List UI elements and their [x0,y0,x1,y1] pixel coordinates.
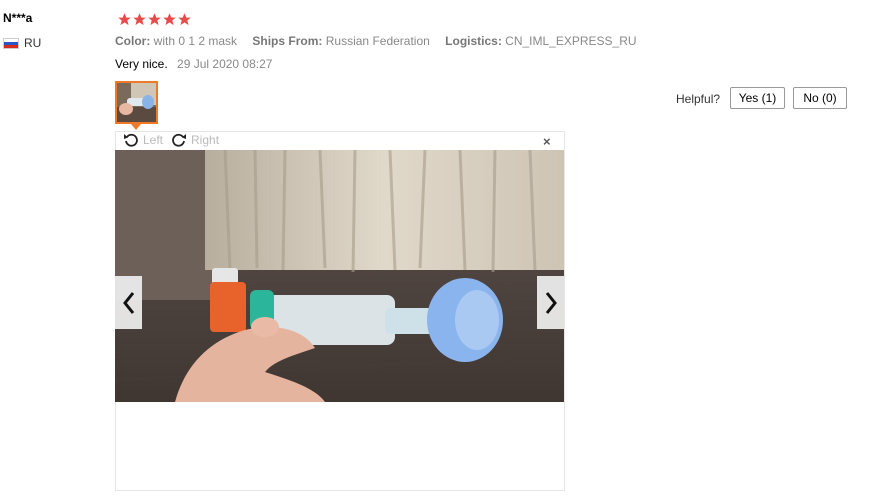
review-photo [115,150,564,402]
review-date: 29 Jul 2020 08:27 [177,57,273,71]
review-text: Very nice. [115,57,168,71]
reviewer-country: RU [3,36,41,50]
country-code: RU [24,36,42,50]
reviewer-name: N***a [3,11,33,25]
thumbnail-selected-caret [131,124,141,130]
next-photo-button[interactable] [537,276,564,329]
review-body: Very nice. 29 Jul 2020 08:27 [115,57,272,71]
previous-photo-button[interactable] [115,276,142,329]
thumbnail-image [117,83,156,122]
review-photo-thumbnail[interactable] [115,81,158,124]
order-attributes: Color: with 0 1 2 mask Ships From: Russi… [115,34,637,48]
rotate-right-button[interactable]: Right [171,132,219,148]
star-icon [163,13,176,26]
rotate-left-button[interactable]: Left [123,132,163,148]
star-icon [148,13,161,26]
helpful-label: Helpful? [676,92,721,106]
russia-flag-icon [3,37,19,49]
logistics-label: Logistics: [445,34,502,48]
star-icon [178,13,191,26]
review-photo-image [115,150,564,402]
rotate-left-label: Left [143,133,164,147]
color-label: Color: [115,34,151,48]
ships-from-value: Russian Federation [325,34,430,48]
chevron-left-icon [122,291,134,314]
logistics-value: CN_IML_EXPRESS_RU [505,34,637,48]
color-value: with 0 1 2 mask [153,34,238,48]
star-icon [118,13,131,26]
ships-from-label: Ships From: [252,34,323,48]
star-rating [117,12,192,27]
rotate-right-label: Right [191,133,220,147]
helpful-yes-button[interactable]: Yes (1) [730,87,785,109]
helpful-no-button[interactable]: No (0) [793,87,847,109]
rotate-right-icon [172,133,187,147]
chevron-right-icon [545,291,557,314]
viewer-toolbar: Left Right [123,132,227,148]
close-viewer-button[interactable]: × [543,134,551,149]
star-icon [133,13,146,26]
rotate-left-icon [124,133,138,147]
